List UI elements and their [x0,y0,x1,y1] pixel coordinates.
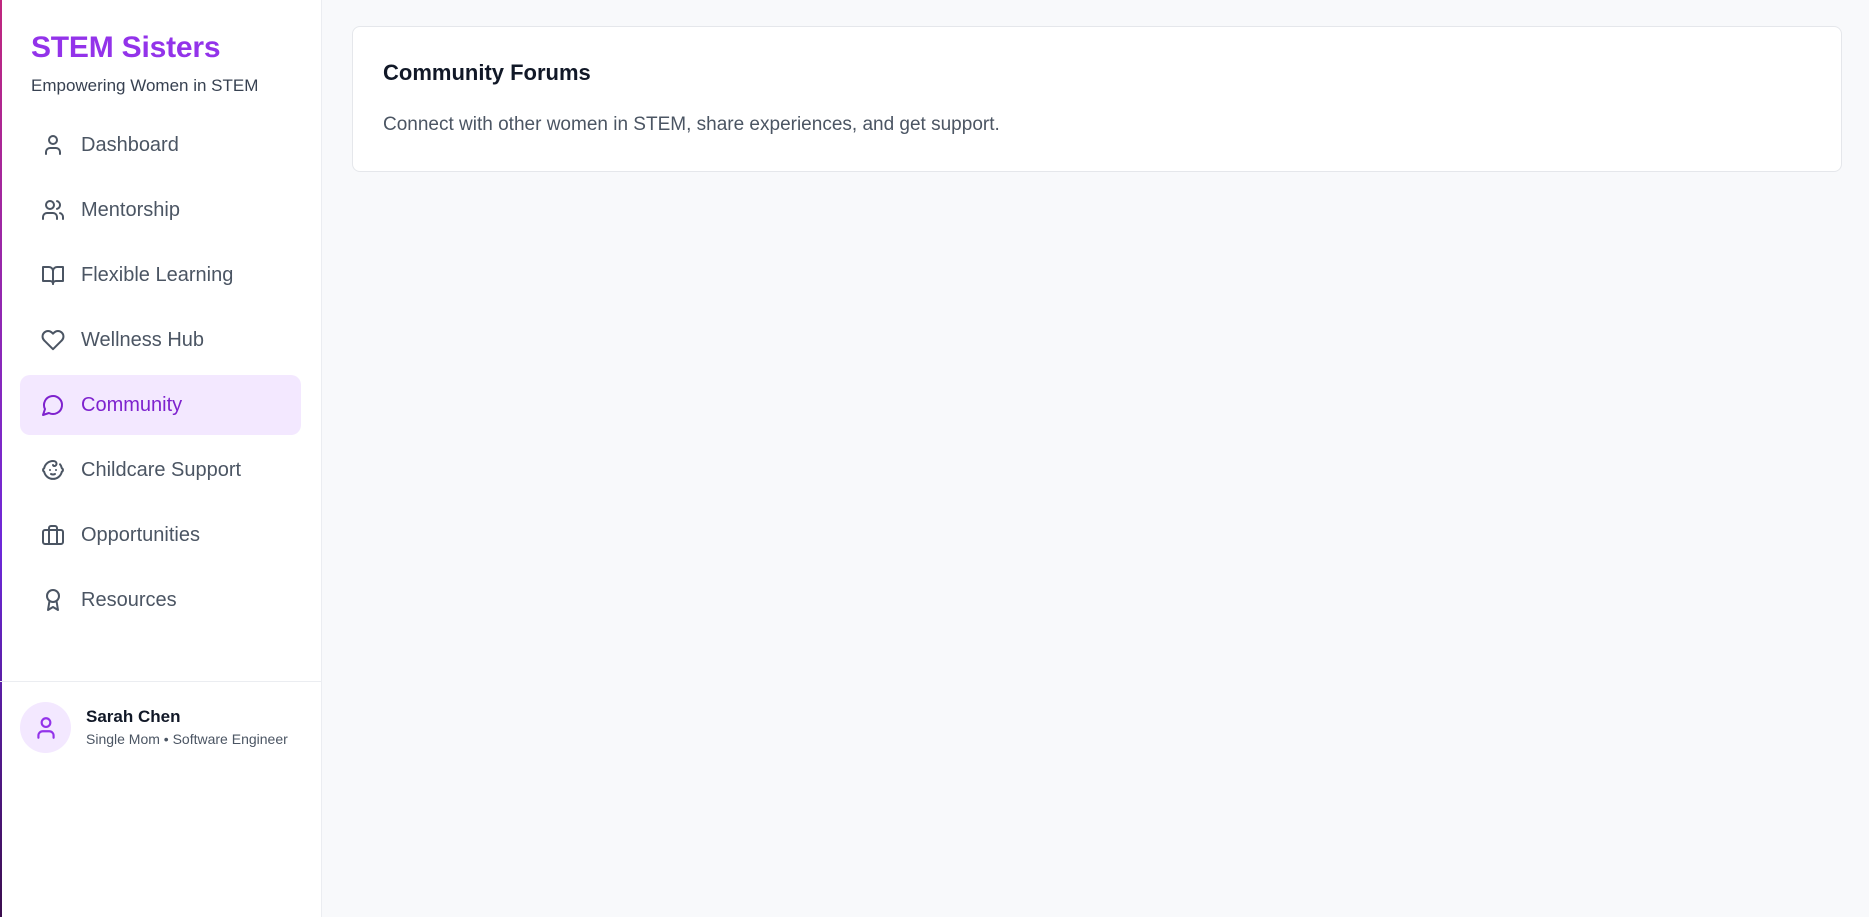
user-name: Sarah Chen [86,707,181,726]
sidebar-item-label: Mentorship [81,198,180,221]
brand: STEM Sisters Empowering Women in STEM [0,0,321,96]
heart-icon [41,328,65,352]
sidebar-item-wellness-hub[interactable]: Wellness Hub [20,310,301,370]
sidebar-item-dashboard[interactable]: Dashboard [20,115,301,175]
user-role: Single Mom • Software Engineer [86,731,288,747]
sidebar-item-opportunities[interactable]: Opportunities [20,505,301,565]
sidebar-item-flexible-learning[interactable]: Flexible Learning [20,245,301,305]
sidebar: STEM Sisters Empowering Women in STEM Da… [0,0,322,917]
sidebar-item-label: Opportunities [81,523,200,546]
brand-subtitle: Empowering Women in STEM [31,76,259,95]
sidebar-item-label: Childcare Support [81,458,242,481]
app-root: STEM Sisters Empowering Women in STEM Da… [0,0,1869,917]
sidebar-item-childcare-support[interactable]: Childcare Support [20,440,301,500]
users-icon [41,198,65,222]
page-title: Community Forums [383,60,591,85]
sidebar-item-label: Community [81,393,183,416]
community-forums-card: Community Forums Connect with other wome… [352,26,1842,172]
brand-title[interactable]: STEM Sisters [31,30,290,66]
message-circle-icon [41,393,65,417]
main-content: Community Forums Connect with other wome… [322,0,1869,917]
sidebar-item-label: Wellness Hub [81,328,205,351]
user-icon [36,716,55,739]
sidebar-item-community[interactable]: Community [20,375,301,435]
baby-icon [41,458,65,482]
sidebar-nav: Dashboard Mentorship Flexible Learning W… [0,115,321,630]
sidebar-item-mentorship[interactable]: Mentorship [20,180,301,240]
book-open-icon [41,263,65,287]
sidebar-item-resources[interactable]: Resources [20,570,301,630]
page-description: Connect with other women in STEM, share … [383,114,1000,135]
user-info: Sarah Chen Single Mom • Software Enginee… [86,706,288,749]
award-icon [41,588,65,612]
sidebar-item-label: Resources [81,588,177,611]
avatar [20,702,71,753]
sidebar-item-label: Flexible Learning [81,263,234,286]
user-icon [41,133,65,157]
briefcase-icon [41,523,65,547]
sidebar-item-label: Dashboard [81,133,179,156]
user-profile[interactable]: Sarah Chen Single Mom • Software Enginee… [0,681,321,753]
